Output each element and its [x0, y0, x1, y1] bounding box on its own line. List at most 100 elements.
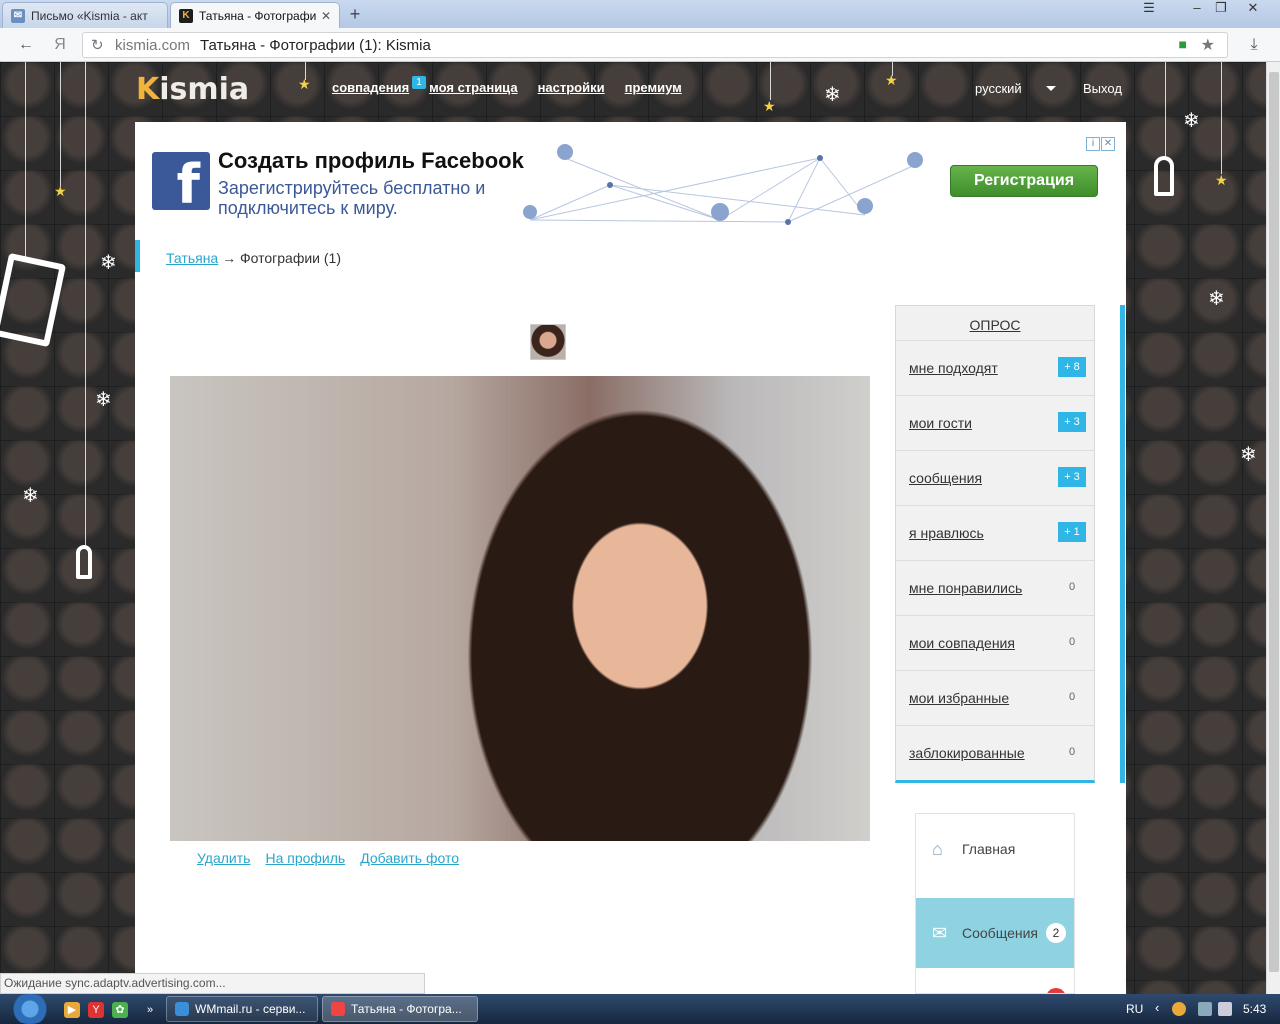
snowflake-icon: ❄ — [95, 389, 112, 411]
poll-item-label[interactable]: мои избранные — [909, 690, 1009, 706]
ornament-string — [25, 62, 26, 262]
restore-icon[interactable]: ❐ — [1208, 0, 1234, 18]
chevron-down-icon[interactable] — [1046, 86, 1056, 91]
snowflake-icon: ❄ — [824, 84, 841, 106]
poll-item: сообщения + 3 — [896, 451, 1094, 506]
star-ornament-icon: ★ — [1215, 172, 1228, 188]
tray-app-icon[interactable] — [1172, 1002, 1186, 1016]
yandex-browser-icon[interactable]: Y — [88, 1002, 104, 1018]
close-ad-icon[interactable]: ✕ — [1101, 137, 1115, 151]
bookmark-star-icon[interactable]: ★ — [1201, 35, 1215, 55]
download-icon[interactable]: ⤓ — [1242, 34, 1266, 56]
home-icon: ⌂ — [932, 838, 943, 859]
tray-expand-icon[interactable]: ‹ — [1155, 1000, 1159, 1015]
star-ornament-icon: ★ — [763, 98, 776, 114]
mini-nav-home[interactable]: ⌂ Главная — [916, 814, 1074, 884]
breadcrumb-profile-link[interactable]: Татьяна — [166, 250, 218, 266]
poll-count: 0 — [1068, 746, 1076, 758]
matches-badge: 1 — [412, 76, 426, 89]
taskbar-item-kismia[interactable]: Татьяна - Фотогра... — [322, 996, 478, 1022]
logout-link[interactable]: Выход — [1083, 81, 1122, 96]
poll-item: мои совпадения 0 — [896, 616, 1094, 671]
address-bar[interactable]: ↻ kismia.com Татьяна - Фотографии (1): K… — [82, 32, 1228, 58]
poll-item: мои гости + 3 — [896, 396, 1094, 451]
poll-sidebar: ОПРОС мне подходят + 8 мои гости + 3 сообщ… — [895, 305, 1095, 783]
facebook-ad-banner[interactable]: f Создать профиль Facebook Зарегистрируй… — [150, 140, 1100, 230]
nav-premium[interactable]: премиум — [625, 80, 682, 95]
star-ornament-icon: ★ — [54, 183, 67, 199]
poll-item-label[interactable]: заблокированные — [909, 745, 1025, 761]
taskbar-item-label: WMmail.ru - серви... — [195, 1002, 306, 1016]
poll-item-label[interactable]: мои гости — [909, 415, 972, 431]
snowflake-icon: ❄ — [100, 252, 117, 274]
add-photo-link[interactable]: Добавить фото — [360, 850, 459, 866]
snowflake-icon: ❄ — [22, 485, 39, 507]
browser-tab-bar: ✉ Письмо «Kismia - акт K Татьяна - Фотог… — [0, 0, 1280, 28]
mini-navigation: ⌂ Главная ✉ Сообщения 2 — [915, 813, 1075, 994]
mini-nav-messages-label: Сообщения — [962, 925, 1038, 941]
media-player-icon[interactable]: ▶ — [64, 1002, 80, 1018]
lock-icon[interactable]: ■ — [1179, 36, 1187, 52]
scrollbar[interactable] — [1266, 62, 1280, 994]
windows-taskbar: ▶ Y ✿ » WMmail.ru - серви... Татьяна - Ф… — [0, 994, 1280, 1024]
system-clock[interactable]: 5:43 — [1243, 1002, 1266, 1016]
tab-label: Письмо «Kismia - акт — [31, 8, 148, 23]
browser-status-bar: Ожидание sync.adaptv.advertising.com... — [0, 973, 425, 994]
new-tab-button[interactable]: + — [344, 4, 366, 24]
minimize-icon[interactable]: – — [1184, 0, 1210, 18]
back-icon[interactable]: ← — [14, 34, 38, 56]
ornament-string — [1165, 62, 1166, 157]
yandex-button[interactable]: Я — [48, 34, 72, 56]
tab-mail[interactable]: ✉ Письмо «Kismia - акт — [2, 2, 168, 28]
envelope-icon: ✉ — [932, 922, 948, 943]
candy-cane-icon — [76, 545, 92, 579]
taskbar-item-wmmail[interactable]: WMmail.ru - серви... — [166, 996, 318, 1022]
breadcrumb-arrow: → — [222, 250, 237, 266]
ie-icon — [175, 1002, 189, 1016]
mini-nav-messages[interactable]: ✉ Сообщения 2 — [916, 898, 1074, 968]
nav-my-page[interactable]: моя страница — [429, 80, 517, 95]
adchoices-icon[interactable]: i — [1086, 137, 1100, 151]
volume-icon[interactable] — [1218, 1002, 1232, 1016]
messages-count-badge: 2 — [1045, 923, 1066, 943]
delete-photo-link[interactable]: Удалить — [197, 850, 250, 866]
poll-count-badge: + 3 — [1058, 412, 1086, 432]
poll-item-label[interactable]: мне понравились — [909, 580, 1022, 596]
menu-icon[interactable]: ☰ — [1136, 0, 1162, 18]
network-icon[interactable] — [1198, 1002, 1212, 1016]
photo-thumbnail[interactable] — [530, 324, 566, 360]
network-graph-illustration — [523, 144, 923, 225]
snowflake-icon: ❄ — [1240, 444, 1257, 466]
close-window-icon[interactable]: ✕ — [1240, 0, 1266, 18]
yandex-browser-icon — [331, 1002, 345, 1016]
poll-count-badge: + 1 — [1058, 522, 1086, 542]
start-button[interactable] — [8, 994, 52, 1024]
icq-icon[interactable]: ✿ — [112, 1002, 128, 1018]
scrollbar-thumb[interactable] — [1269, 72, 1279, 972]
ad-subtitle: Зарегистрируйтесь бесплатно и подключите… — [218, 178, 486, 218]
poll-item: мне подходят + 8 — [896, 341, 1094, 396]
nav-matches[interactable]: совпадения — [332, 80, 409, 95]
keyboard-language[interactable]: RU — [1126, 1002, 1143, 1016]
facebook-logo-icon: f — [152, 152, 210, 210]
tab-kismia[interactable]: K Татьяна - Фотографи ✕ — [170, 2, 340, 28]
poll-item-label[interactable]: мои совпадения — [909, 635, 1015, 651]
close-tab-icon[interactable]: ✕ — [321, 9, 331, 23]
to-profile-link[interactable]: На профиль — [265, 850, 345, 866]
kismia-logo[interactable]: Kismia — [136, 72, 249, 107]
poll-item-label[interactable]: сообщения — [909, 470, 982, 486]
breadcrumb-accent — [135, 240, 140, 272]
nav-settings[interactable]: настройки — [538, 80, 605, 95]
url-domain: kismia.com — [115, 36, 191, 54]
more-quicklaunch-icon[interactable]: » — [142, 1002, 158, 1018]
language-select[interactable]: русский — [975, 81, 1022, 96]
poll-title[interactable]: ОПРОС — [896, 306, 1094, 341]
poll-item-label[interactable]: мне подходят — [909, 360, 998, 376]
poll-item-label[interactable]: я нравлюсь — [909, 525, 984, 541]
panel-accent-edge — [1120, 305, 1125, 783]
register-button[interactable]: Регистрация — [950, 165, 1098, 197]
star-ornament-icon: ★ — [298, 76, 311, 92]
mini-nav-home-label: Главная — [962, 841, 1016, 857]
reload-icon[interactable]: ↻ — [91, 36, 104, 54]
poll-item: мои избранные 0 — [896, 671, 1094, 726]
